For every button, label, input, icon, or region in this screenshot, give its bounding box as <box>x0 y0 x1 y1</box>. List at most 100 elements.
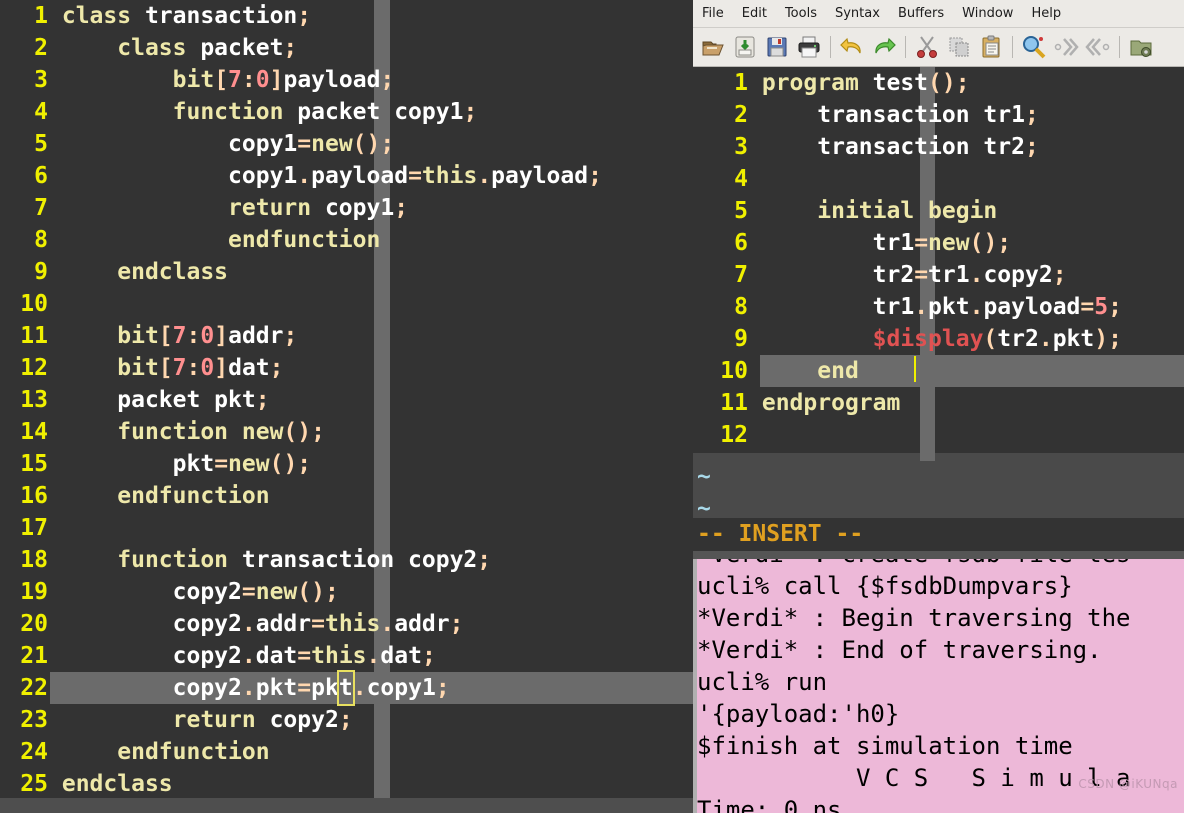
code-line[interactable]: 18 function transaction copy2; <box>0 544 693 576</box>
code-line[interactable]: 21 copy2.dat=this.dat; <box>0 640 693 672</box>
code-line[interactable]: 9 $display(tr2.pkt); <box>693 323 1184 355</box>
code-token: = <box>1080 294 1095 320</box>
code-token: . <box>477 163 492 189</box>
code-token: payload <box>283 67 381 93</box>
code-token: = <box>214 451 229 477</box>
terminal-console-pane[interactable]: *Verdi* : create fsdb file tes ucli% call… <box>693 551 1184 813</box>
left-vim-editor-pane[interactable]: 1 class transaction; 2 class packet; 3 bit… <box>0 0 693 813</box>
menu-bar[interactable]: File Edit Tools Syntax Buffers Window Help <box>693 0 1184 28</box>
code-line[interactable]: 23 return copy2; <box>0 704 693 736</box>
code-token: packet copy1 <box>283 99 464 125</box>
code-line[interactable]: 11 endprogram <box>693 387 1184 419</box>
code-token: 7 <box>172 323 187 349</box>
line-number: 7 <box>734 262 748 288</box>
code-line[interactable]: 2 transaction tr1; <box>693 99 1184 131</box>
menu-item-buffers[interactable]: Buffers <box>889 6 953 21</box>
line-number: 4 <box>734 166 748 192</box>
menu-item-syntax[interactable]: Syntax <box>826 6 889 21</box>
menu-item-file[interactable]: File <box>693 6 733 21</box>
code-line[interactable]: 15 pkt=new(); <box>0 448 693 480</box>
text-cursor <box>914 356 917 382</box>
terminal-line: '{payload:'h0} <box>697 700 900 728</box>
code-token: 7 <box>172 355 187 381</box>
code-line[interactable]: 4 function packet copy1; <box>0 96 693 128</box>
code-token: = <box>408 163 422 189</box>
code-line[interactable]: 10 end <box>693 355 1184 387</box>
code-line[interactable]: 20 copy2.addr=this.addr; <box>0 608 693 640</box>
tool-bar[interactable] <box>693 28 1184 67</box>
code-line[interactable]: 1 program test(); <box>693 67 1184 99</box>
code-line[interactable]: 25 endclass <box>0 768 693 800</box>
code-line[interactable]: 8 tr1.pkt.payload=5; <box>693 291 1184 323</box>
line-number: 13 <box>20 387 48 413</box>
undo-arrow-icon[interactable] <box>838 33 866 61</box>
code-token: test <box>858 70 929 96</box>
code-token: . <box>352 675 367 701</box>
code-line[interactable]: 13 packet pkt; <box>0 384 693 416</box>
find-next-icon[interactable] <box>1052 33 1080 61</box>
right-vim-editor-pane[interactable]: 1 program test(); 2 transaction tr1; 3 tra… <box>693 67 1184 518</box>
code-line[interactable]: 5 initial begin <box>693 195 1184 227</box>
code-token: . <box>1038 326 1053 352</box>
code-token: ; <box>283 323 298 349</box>
line-text: initial begin <box>748 195 997 227</box>
code-token: payload <box>491 163 589 189</box>
code-line[interactable]: 16 endfunction <box>0 480 693 512</box>
code-token: tr2 <box>761 262 915 288</box>
code-token: new <box>228 451 270 477</box>
line-number: 11 <box>20 323 48 349</box>
code-line[interactable]: 3 bit[7:0]payload; <box>0 64 693 96</box>
menu-item-help[interactable]: Help <box>1022 6 1070 21</box>
clipboard-paste-icon[interactable] <box>977 33 1005 61</box>
code-token: . <box>241 643 256 669</box>
menu-item-window[interactable]: Window <box>953 6 1022 21</box>
code-line[interactable]: 7 return copy1; <box>0 192 693 224</box>
find-prev-icon[interactable] <box>1084 33 1112 61</box>
code-token: ; <box>1108 294 1122 320</box>
code-line[interactable]: 7 tr2=tr1.copy2; <box>693 259 1184 291</box>
find-magnifier-icon[interactable] <box>1020 33 1048 61</box>
code-line[interactable]: 1 class transaction; <box>0 0 693 32</box>
code-token: transaction tr2 <box>761 134 1025 160</box>
right-gvim-window[interactable]: File Edit Tools Syntax Buffers Window Help 1 p… <box>693 0 1184 551</box>
line-text <box>748 163 762 195</box>
redo-arrow-icon[interactable] <box>870 33 898 61</box>
code-token: copy1 <box>311 195 395 221</box>
code-token: function <box>61 99 284 125</box>
copy-icon[interactable] <box>945 33 973 61</box>
code-token: new <box>255 579 298 605</box>
code-line[interactable]: 22 copy2.pkt=pkt.copy1; <box>0 670 693 706</box>
menu-item-tools[interactable]: Tools <box>776 6 826 21</box>
folder-gear-icon[interactable] <box>1127 33 1155 61</box>
scissors-cut-icon[interactable] <box>913 33 941 61</box>
code-line[interactable]: 5 copy1=new(); <box>0 128 693 160</box>
menu-item-edit[interactable]: Edit <box>733 6 776 21</box>
open-folder-icon[interactable] <box>699 33 727 61</box>
code-line[interactable]: 14 function new(); <box>0 416 693 448</box>
code-line[interactable]: 24 endfunction <box>0 736 693 768</box>
code-line[interactable]: 12 <box>693 419 1184 451</box>
toolbar-separator <box>1012 36 1013 58</box>
code-line[interactable]: 3 transaction tr2; <box>693 131 1184 163</box>
code-token: ] <box>214 355 229 381</box>
code-line[interactable]: 4 <box>693 163 1184 195</box>
code-line[interactable]: 12 bit[7:0]dat; <box>0 352 693 384</box>
line-number: 6 <box>34 163 48 189</box>
print-icon[interactable] <box>795 33 823 61</box>
line-text: function new(); <box>48 416 325 448</box>
code-line[interactable]: 17 <box>0 512 693 544</box>
save-floppy-icon[interactable] <box>763 33 791 61</box>
line-number: 14 <box>20 419 48 445</box>
code-line[interactable]: 9 endclass <box>0 256 693 288</box>
code-token: tr1 <box>928 262 970 288</box>
code-line[interactable]: 6 copy1.payload=this.payload; <box>0 160 693 192</box>
line-number: 5 <box>734 198 748 224</box>
code-line[interactable]: 8 endfunction <box>0 224 693 256</box>
code-line[interactable]: 19 copy2=new(); <box>0 576 693 608</box>
code-token: endclass <box>61 259 229 285</box>
code-line[interactable]: 2 class packet; <box>0 32 693 64</box>
code-line[interactable]: 6 tr1=new(); <box>693 227 1184 259</box>
save-all-icon[interactable] <box>731 33 759 61</box>
code-line[interactable]: 11 bit[7:0]addr; <box>0 320 693 352</box>
code-line[interactable]: 10 <box>0 288 693 320</box>
